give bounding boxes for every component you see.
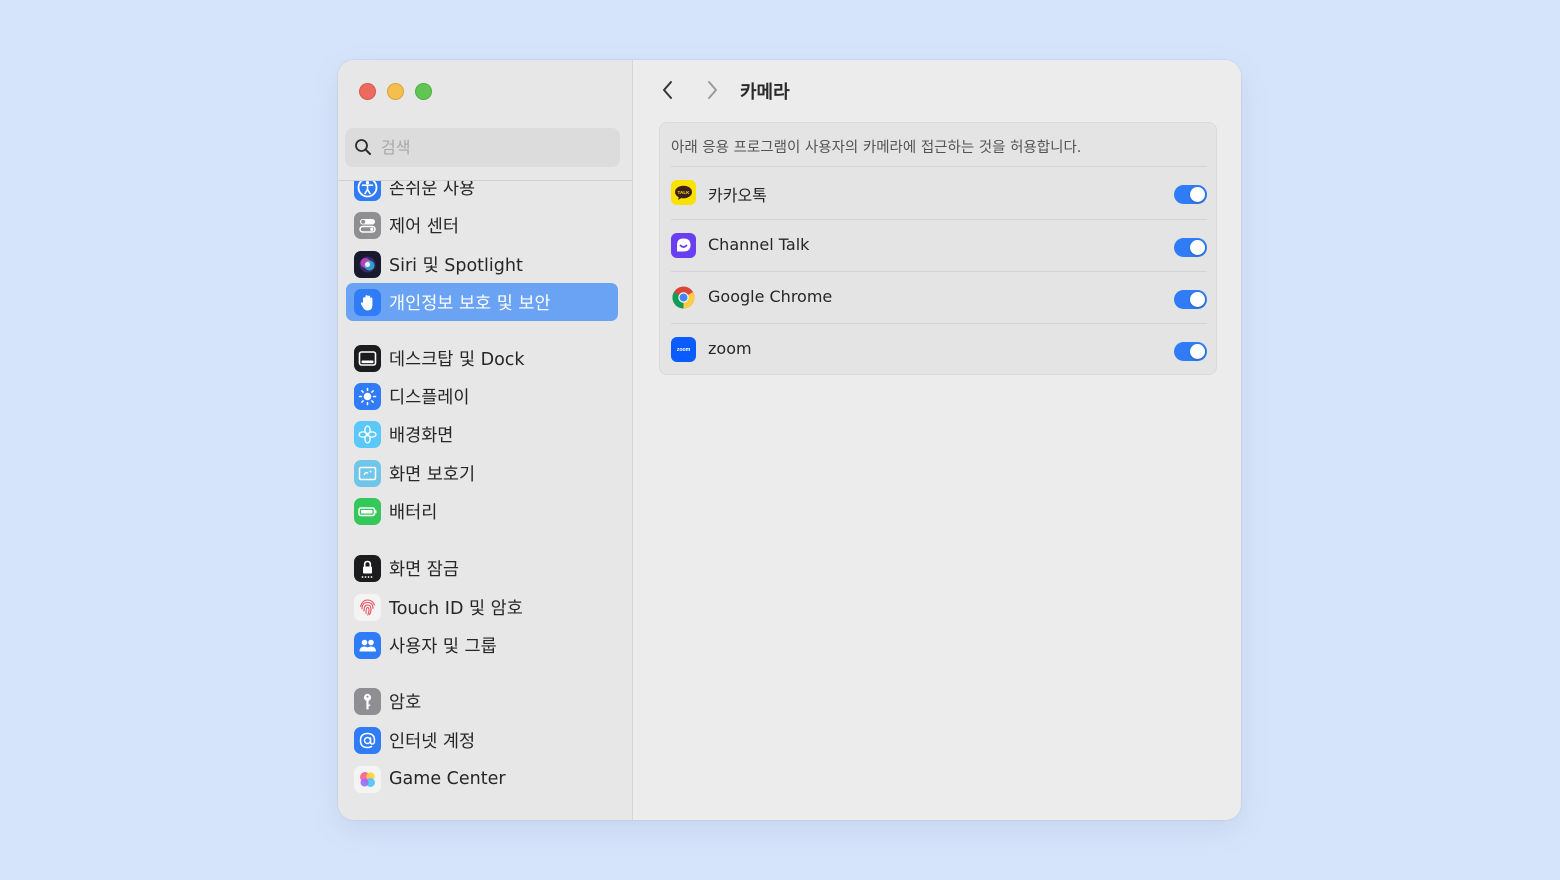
- sidebar-item-touch-id[interactable]: Touch ID 및 암호: [346, 588, 618, 626]
- at-sign-icon: [354, 726, 381, 754]
- maximize-window-button[interactable]: [415, 83, 432, 100]
- camera-permissions-panel: 아래 응용 프로그램이 사용자의 카메라에 접근하는 것을 허용합니다. TAL…: [659, 122, 1217, 375]
- sidebar-item-label: 화면 보호기: [389, 464, 476, 485]
- sidebar-item-lock-screen[interactable]: 화면 잠금: [346, 549, 618, 587]
- game-center-icon: [354, 765, 381, 793]
- sidebar-item-privacy-security[interactable]: 개인정보 보호 및 보안: [346, 283, 618, 321]
- sidebar-item-display[interactable]: 디스플레이: [346, 377, 618, 415]
- sidebar-item-battery[interactable]: 배터리: [346, 492, 618, 530]
- users-icon: [354, 631, 381, 659]
- accessibility-icon: [354, 181, 381, 201]
- sidebar-item-label: 배경화면: [389, 425, 454, 446]
- display-brightness-icon: [354, 382, 381, 410]
- sidebar-item-passwords[interactable]: 암호: [346, 682, 618, 720]
- siri-icon: [354, 250, 381, 278]
- sidebar-item-label: 인터넷 계정: [389, 731, 476, 752]
- settings-window: 손쉬운 사용 제어 센터 Siri 및 Spotlight 개인정보 보호 및 …: [338, 60, 1241, 820]
- forward-chevron-icon[interactable]: [700, 78, 724, 102]
- zoom-icon: zoom: [671, 337, 696, 362]
- dock-icon: [354, 344, 381, 372]
- zoom-icon-text: zoom: [677, 347, 691, 353]
- kakaotalk-icon-text: TALK: [678, 190, 691, 195]
- main-pane: 카메라 아래 응용 프로그램이 사용자의 카메라에 접근하는 것을 허용합니다.…: [634, 60, 1241, 820]
- minimize-window-button[interactable]: [387, 83, 404, 100]
- search-icon: [355, 139, 371, 155]
- sidebar-item-label: 손쉬운 사용: [389, 181, 476, 199]
- wallpaper-flower-icon: [354, 420, 381, 448]
- toggle-knob: [1190, 344, 1205, 359]
- fingerprint-icon: [354, 593, 381, 621]
- zoom-camera-toggle[interactable]: [1174, 342, 1207, 361]
- sidebar: 손쉬운 사용 제어 센터 Siri 및 Spotlight 개인정보 보호 및 …: [338, 60, 633, 820]
- sidebar-item-desktop-dock[interactable]: 데스크탑 및 Dock: [346, 339, 618, 377]
- sidebar-item-game-center[interactable]: Game Center: [346, 760, 618, 798]
- channel-talk-icon: [671, 233, 696, 258]
- toggle-knob: [1190, 292, 1205, 307]
- sidebar-item-label: 제어 센터: [389, 216, 459, 237]
- sidebar-item-accessibility[interactable]: 손쉬운 사용: [346, 181, 618, 206]
- sidebar-item-label: 디스플레이: [389, 387, 470, 408]
- app-name: Channel Talk: [708, 235, 810, 254]
- app-row-google-chrome: Google Chrome: [660, 271, 1218, 323]
- channel-talk-camera-toggle[interactable]: [1174, 238, 1207, 257]
- sidebar-item-label: Touch ID 및 암호: [389, 598, 523, 619]
- row-divider: [671, 219, 1207, 220]
- app-name: Google Chrome: [708, 287, 833, 306]
- app-row-kakaotalk: TALK 카카오톡: [660, 166, 1218, 218]
- sidebar-item-label: 개인정보 보호 및 보안: [389, 293, 551, 314]
- sidebar-item-label: 암호: [389, 692, 422, 713]
- sidebar-item-internet-accounts[interactable]: 인터넷 계정: [346, 721, 618, 759]
- app-name: zoom: [708, 339, 752, 358]
- sidebar-item-siri[interactable]: Siri 및 Spotlight: [346, 245, 618, 283]
- sidebar-item-label: 배터리: [389, 502, 438, 523]
- kakaotalk-camera-toggle[interactable]: [1174, 185, 1207, 204]
- kakaotalk-icon: TALK: [671, 180, 696, 205]
- google-chrome-camera-toggle[interactable]: [1174, 290, 1207, 309]
- sidebar-item-control-center[interactable]: 제어 센터: [346, 206, 618, 244]
- back-chevron-icon[interactable]: [656, 78, 680, 102]
- search-field[interactable]: [345, 128, 620, 167]
- page-title: 카메라: [740, 82, 790, 103]
- sidebar-list: 손쉬운 사용 제어 센터 Siri 및 Spotlight 개인정보 보호 및 …: [338, 181, 633, 820]
- close-window-button[interactable]: [359, 83, 376, 100]
- sidebar-item-wallpaper[interactable]: 배경화면: [346, 415, 618, 453]
- sidebar-item-label: Game Center: [389, 769, 506, 789]
- app-name: 카카오톡: [708, 186, 767, 205]
- sidebar-item-label: Siri 및 Spotlight: [389, 255, 523, 276]
- lock-icon: [354, 554, 381, 582]
- toggle-knob: [1190, 187, 1205, 202]
- row-divider: [671, 323, 1207, 324]
- app-row-zoom: zoom zoom: [660, 323, 1218, 375]
- chrome-icon: [671, 285, 696, 310]
- sidebar-item-label: 화면 잠금: [389, 559, 459, 580]
- sidebar-item-label: 사용자 및 그룹: [389, 636, 497, 657]
- panel-description: 아래 응용 프로그램이 사용자의 카메라에 접근하는 것을 허용합니다.: [671, 140, 1082, 156]
- control-center-icon: [354, 211, 381, 239]
- screensaver-icon: [354, 459, 381, 487]
- sidebar-item-screensaver[interactable]: 화면 보호기: [346, 454, 618, 492]
- app-row-channel-talk: Channel Talk: [660, 219, 1218, 271]
- battery-icon: [354, 497, 381, 525]
- toggle-knob: [1190, 240, 1205, 255]
- sidebar-item-users-groups[interactable]: 사용자 및 그룹: [346, 626, 618, 664]
- search-input[interactable]: [381, 128, 611, 167]
- key-icon: [354, 687, 381, 715]
- row-divider: [671, 166, 1207, 167]
- row-divider: [671, 271, 1207, 272]
- hand-icon: [354, 288, 381, 316]
- sidebar-item-label: 데스크탑 및 Dock: [389, 349, 525, 370]
